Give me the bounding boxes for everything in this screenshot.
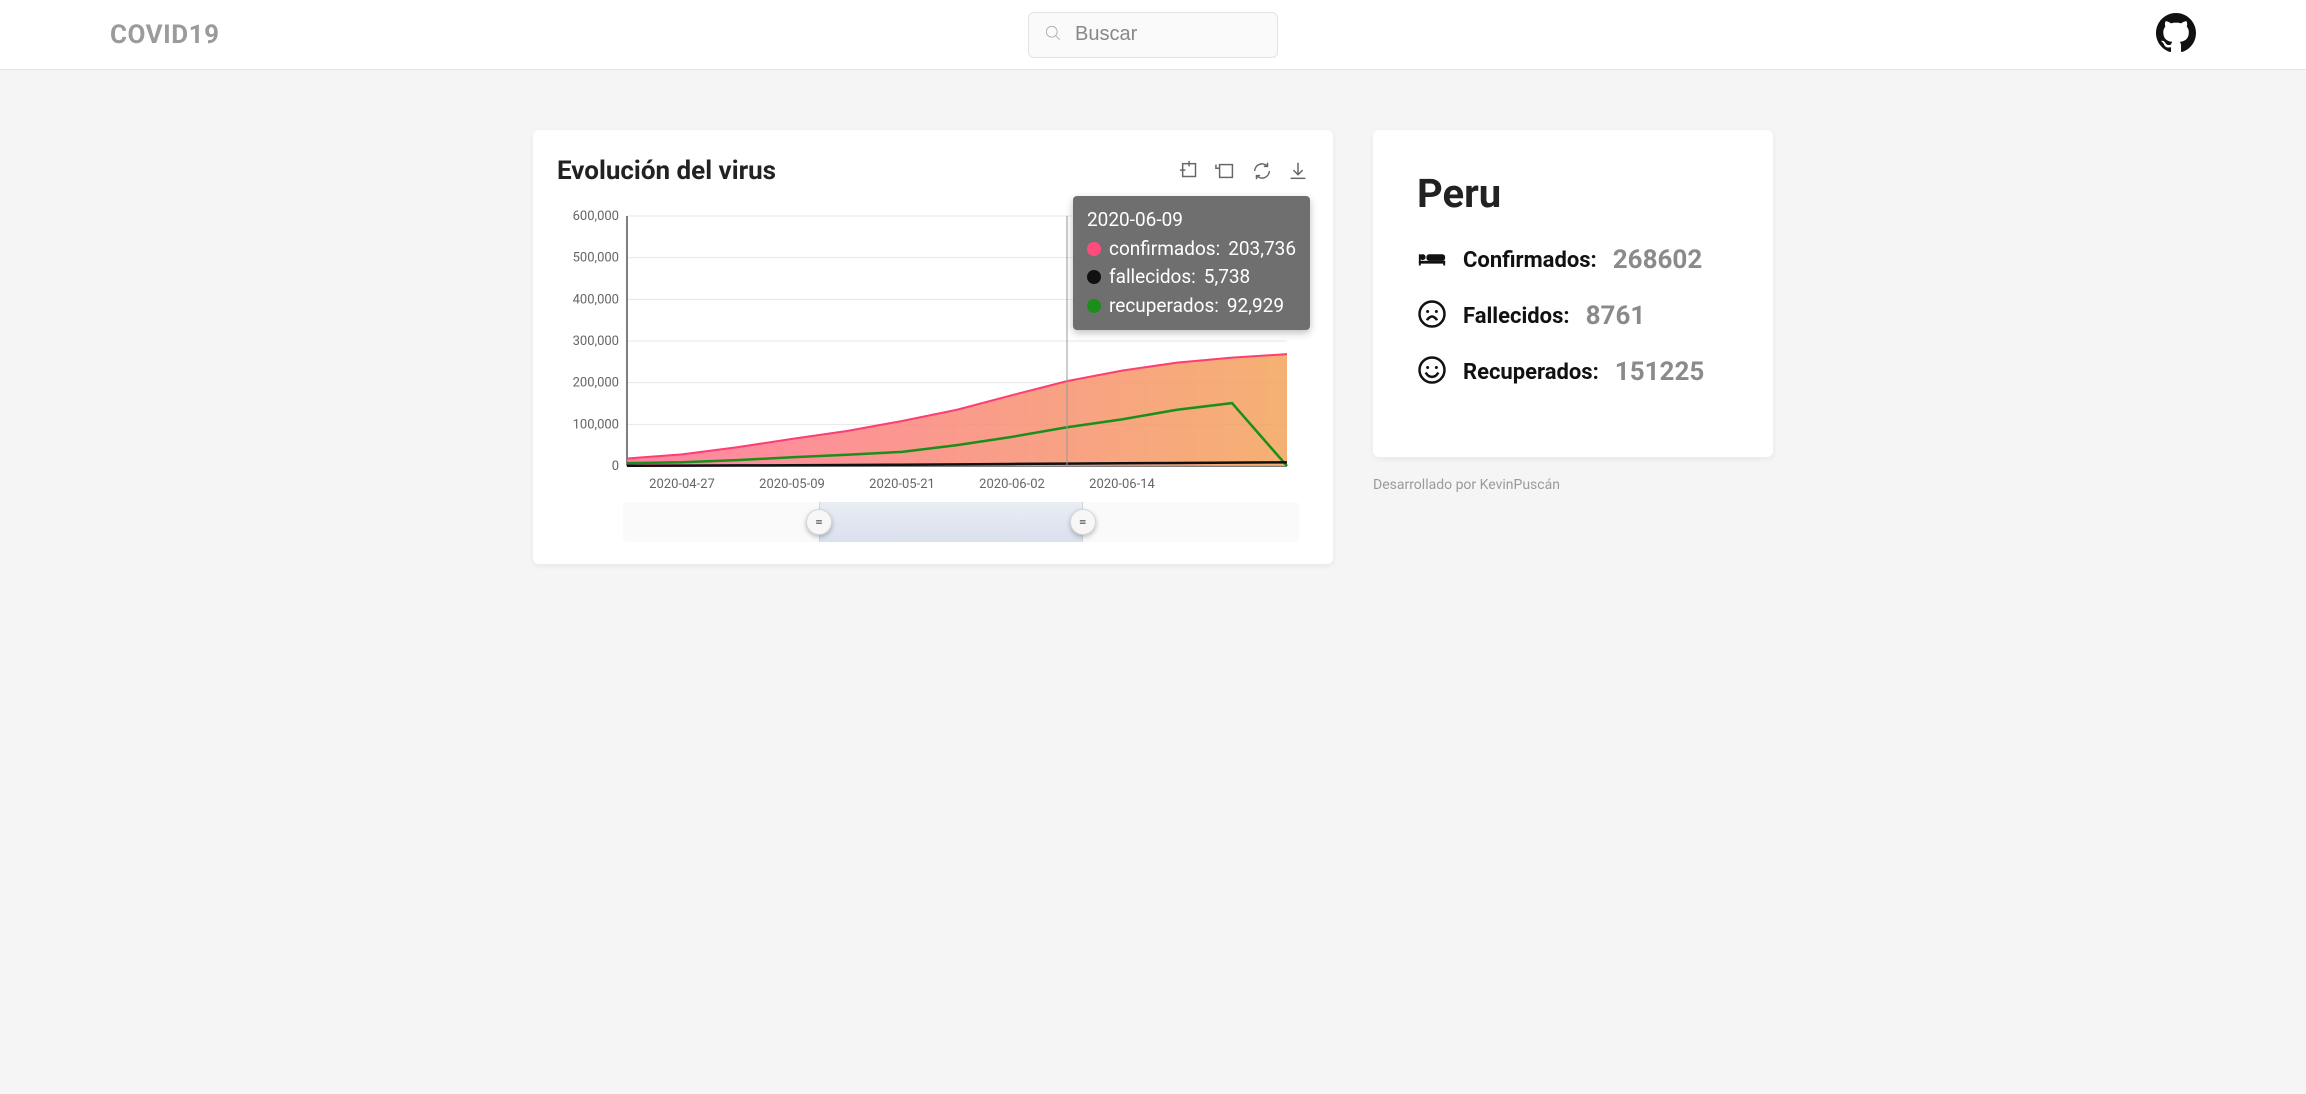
svg-text:2020-05-09: 2020-05-09 [759, 477, 825, 492]
svg-text:300,000: 300,000 [573, 334, 619, 349]
chart-card: Evolución del virus 0 100,000 200,000 300,0… [533, 130, 1333, 564]
bed-icon [1417, 243, 1447, 277]
stat-row-recuperados: Recuperados: 151225 [1417, 355, 1729, 389]
stat-value: 268602 [1613, 245, 1703, 275]
stat-row-confirmados: Confirmados: 268602 [1417, 243, 1729, 277]
refresh-icon[interactable] [1251, 160, 1273, 182]
chart-tools [1179, 160, 1309, 182]
download-icon[interactable] [1287, 160, 1309, 182]
stat-value: 151225 [1615, 357, 1705, 387]
svg-text:500,000: 500,000 [573, 251, 619, 266]
brand-title: COVID19 [110, 20, 219, 50]
search-container [1028, 12, 1278, 58]
svg-text:0: 0 [612, 459, 619, 474]
github-link[interactable] [2156, 13, 2196, 57]
credit-text: Desarrollado por KevinPuscán [1373, 477, 1773, 493]
sad-face-icon [1417, 299, 1447, 333]
svg-text:2020-06-02: 2020-06-02 [979, 477, 1045, 492]
stat-value: 8761 [1586, 301, 1646, 331]
stat-label: Confirmados: [1463, 248, 1597, 273]
svg-text:2020-04-27: 2020-04-27 [649, 477, 715, 492]
top-bar: COVID19 [0, 0, 2306, 70]
stat-label: Recuperados: [1463, 360, 1599, 385]
country-name: Peru [1417, 170, 1729, 217]
search-icon [1043, 23, 1063, 47]
chart-plot[interactable]: 0 100,000 200,000 300,000 400,000 500,000 600,… [557, 196, 1297, 496]
svg-text:400,000: 400,000 [573, 292, 619, 307]
chart-body: 0 100,000 200,000 300,000 400,000 500,000 600,… [557, 196, 1309, 496]
stats-card: Peru Confirmados: 268602 Fallecidos: 876… [1373, 130, 1773, 457]
search-input[interactable] [1075, 23, 1340, 46]
svg-text:200,000: 200,000 [573, 376, 619, 391]
chart-title: Evolución del virus [557, 156, 776, 186]
zoom-back-icon[interactable] [1215, 160, 1237, 182]
happy-face-icon [1417, 355, 1447, 389]
stats-column: Peru Confirmados: 268602 Fallecidos: 876… [1373, 130, 1773, 493]
github-icon [2156, 38, 2196, 57]
zoom-area-icon[interactable] [1179, 160, 1201, 182]
stat-label: Fallecidos: [1463, 304, 1570, 329]
page-content: Evolución del virus 0 100,000 200,000 300,0… [533, 70, 1773, 604]
svg-text:100,000: 100,000 [573, 417, 619, 432]
svg-text:2020-05-21: 2020-05-21 [869, 477, 935, 492]
zoom-handle-right[interactable]: = [1070, 509, 1096, 535]
svg-text:600,000: 600,000 [573, 209, 619, 224]
svg-text:2020-06-14: 2020-06-14 [1089, 477, 1155, 492]
search-box[interactable] [1028, 12, 1278, 58]
zoom-selection [819, 502, 1083, 542]
stat-row-fallecidos: Fallecidos: 8761 [1417, 299, 1729, 333]
chart-header: Evolución del virus [557, 156, 1309, 186]
zoom-slider[interactable]: = = [623, 502, 1299, 542]
zoom-handle-left[interactable]: = [806, 509, 832, 535]
